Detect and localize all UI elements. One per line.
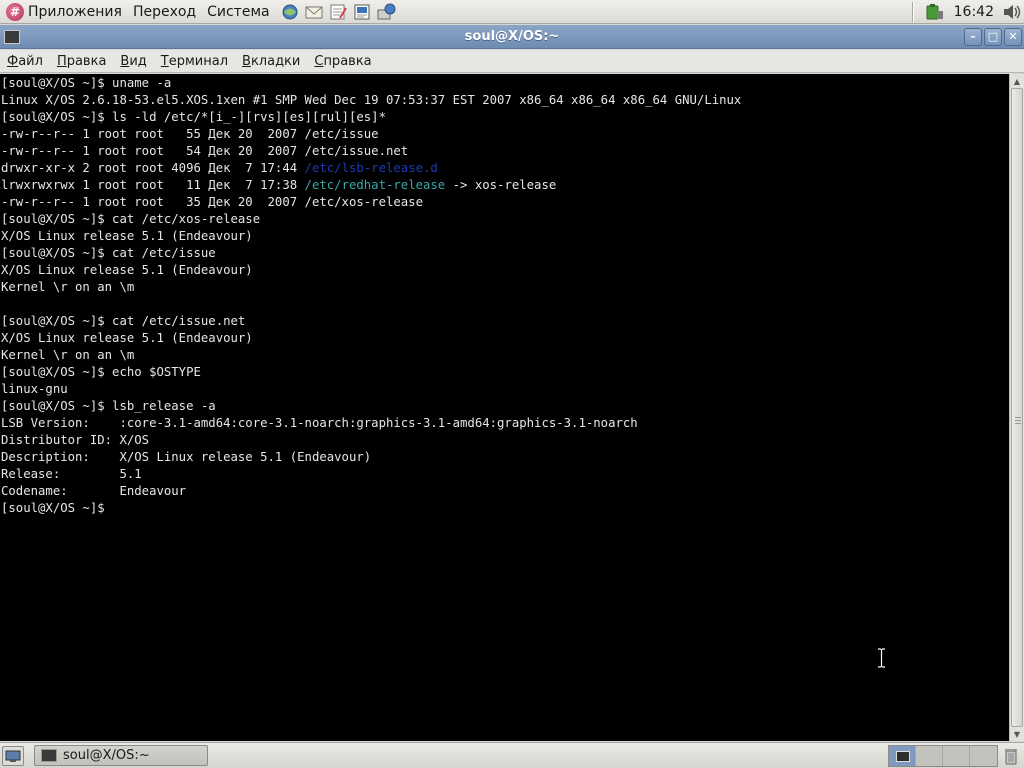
terminal-line: X/OS Linux release 5.1 (Endeavour): [1, 228, 1009, 245]
taskbar-window-label: soul@X/OS:~: [63, 748, 150, 763]
terminal-text: -rw-r--r-- 1 root root 35 Дек 20 2007 /e…: [1, 195, 423, 209]
terminal-line: X/OS Linux release 5.1 (Endeavour): [1, 262, 1009, 279]
terminal-text: Distributor ID: X/OS: [1, 433, 150, 447]
terminal-text: [soul@X/OS ~]$ uname -a: [1, 76, 172, 90]
minimize-button[interactable]: –: [964, 27, 982, 46]
terminal-text: linux-gnu: [1, 382, 68, 396]
clock[interactable]: 16:42: [954, 4, 994, 20]
terminal-text: Linux X/OS 2.6.18-53.el5.XOS.1xen #1 SMP…: [1, 93, 742, 107]
tray-separator: [911, 1, 914, 22]
terminal-line: linux-gnu: [1, 381, 1009, 398]
terminal-line: [soul@X/OS ~]$ echo $OSTYPE: [1, 364, 1009, 381]
terminal-line: Distributor ID: X/OS: [1, 432, 1009, 449]
terminal-line: [soul@X/OS ~]$ lsb_release -a: [1, 398, 1009, 415]
terminal-text: -rw-r--r-- 1 root root 54 Дек 20 2007 /e…: [1, 144, 409, 158]
terminal-text: [soul@X/OS ~]$ lsb_release -a: [1, 399, 216, 413]
terminal-line: -rw-r--r-- 1 root root 35 Дек 20 2007 /e…: [1, 194, 1009, 211]
terminal-text: Release: 5.1: [1, 467, 142, 481]
terminal-text: LSB Version: :core-3.1-amd64:core-3.1-no…: [1, 416, 638, 430]
terminal-text: X/OS Linux release 5.1 (Endeavour): [1, 331, 253, 345]
terminal-line: -rw-r--r-- 1 root root 54 Дек 20 2007 /e…: [1, 143, 1009, 160]
terminal-line: -rw-r--r-- 1 root root 55 Дек 20 2007 /e…: [1, 126, 1009, 143]
terminal-line: [soul@X/OS ~]$: [1, 500, 1009, 517]
menu-terminal[interactable]: Терминал: [154, 54, 235, 69]
terminal-text: drwxr-xr-x 2 root root 4096 Дек 7 17:44: [1, 161, 305, 175]
places-menu[interactable]: Переход: [130, 4, 204, 20]
terminal-line: Release: 5.1: [1, 466, 1009, 483]
battery-monitor-icon[interactable]: [923, 2, 945, 22]
terminal-line: Kernel \r on an \m: [1, 347, 1009, 364]
terminal-text: X/OS Linux release 5.1 (Endeavour): [1, 263, 253, 277]
menu-file[interactable]: Файл: [0, 54, 50, 69]
workspace-switcher: [888, 744, 998, 767]
close-button[interactable]: ✕: [1004, 27, 1022, 46]
terminal-line: Codename: Endeavour: [1, 483, 1009, 500]
show-desktop-icon[interactable]: [2, 745, 24, 766]
scroll-up-arrow-icon[interactable]: ▲: [1010, 74, 1024, 88]
applications-menu[interactable]: Приложения: [28, 4, 130, 20]
menu-view[interactable]: Вид: [113, 54, 153, 69]
terminal-text: Kernel \r on an \m: [1, 348, 135, 362]
scrollbar-thumb[interactable]: [1011, 88, 1023, 727]
terminal-text: [soul@X/OS ~]$ cat /etc/issue.net: [1, 314, 246, 328]
scroll-down-arrow-icon[interactable]: ▼: [1010, 727, 1024, 741]
top-panel: # Приложения Переход Система 16:42: [0, 0, 1024, 24]
window-titlebar[interactable]: soul@X/OS:~ – □ ✕: [0, 25, 1024, 49]
window-title: soul@X/OS:~: [464, 29, 560, 44]
terminal-text: lrwxrwxrwx 1 root root 11 Дек 7 17:38: [1, 178, 305, 192]
terminal-text: Description: X/OS Linux release 5.1 (End…: [1, 450, 372, 464]
terminal-line: [soul@X/OS ~]$ cat /etc/issue: [1, 245, 1009, 262]
menu-tabs[interactable]: Вкладки: [235, 54, 307, 69]
terminal-line: Description: X/OS Linux release 5.1 (End…: [1, 449, 1009, 466]
terminal-line: [soul@X/OS ~]$ ls -ld /etc/*[i_-][rvs][e…: [1, 109, 1009, 126]
workspace-1[interactable]: [889, 745, 916, 766]
terminal-line: [soul@X/OS ~]$ cat /etc/issue.net: [1, 313, 1009, 330]
terminal-text: [soul@X/OS ~]$ cat /etc/xos-release: [1, 212, 261, 226]
system-menu[interactable]: Система: [204, 4, 277, 20]
terminal-text: -rw-r--r-- 1 root root 55 Дек 20 2007 /e…: [1, 127, 379, 141]
menu-help[interactable]: Справка: [307, 54, 378, 69]
terminal-line: [soul@X/OS ~]$ uname -a: [1, 75, 1009, 92]
terminal-line: X/OS Linux release 5.1 (Endeavour): [1, 330, 1009, 347]
mail-client-icon[interactable]: [303, 2, 325, 22]
terminal-path-cyan: /etc/redhat-release: [304, 178, 446, 192]
terminal-line: LSB Version: :core-3.1-amd64:core-3.1-no…: [1, 415, 1009, 432]
terminal-text: [soul@X/OS ~]$ cat /etc/issue: [1, 246, 216, 260]
office-document-icon[interactable]: [351, 2, 373, 22]
terminal-icon: [41, 749, 57, 762]
terminal-line: drwxr-xr-x 2 root root 4096 Дек 7 17:44 …: [1, 160, 1009, 177]
menu-edit[interactable]: Правка: [50, 54, 113, 69]
terminal-text: X/OS Linux release 5.1 (Endeavour): [1, 229, 253, 243]
terminal-line: [soul@X/OS ~]$ cat /etc/xos-release: [1, 211, 1009, 228]
maximize-button[interactable]: □: [984, 27, 1002, 46]
ibeam-cursor-icon: [878, 648, 885, 668]
web-browser-icon[interactable]: [279, 2, 301, 22]
scrollbar-grip: [1015, 417, 1021, 424]
taskbar-window-button[interactable]: soul@X/OS:~: [34, 745, 208, 766]
trash-icon[interactable]: [1002, 746, 1020, 766]
terminal-text: -> xos-release: [445, 178, 557, 192]
window-menu-icon[interactable]: [4, 29, 20, 44]
terminal-line: lrwxrwxrwx 1 root root 11 Дек 7 17:38 /e…: [1, 177, 1009, 194]
network-places-icon[interactable]: [375, 2, 397, 22]
terminal-text: [soul@X/OS ~]$ ls -ld /etc/*[i_-][rvs][e…: [1, 110, 386, 124]
terminal-path-blue: /etc/lsb-release.d: [304, 161, 438, 175]
terminal-text: Kernel \r on an \m: [1, 280, 135, 294]
volume-icon[interactable]: [1001, 2, 1023, 22]
workspace-3[interactable]: [943, 745, 970, 766]
workspace-4[interactable]: [970, 745, 997, 766]
terminal-line: Linux X/OS 2.6.18-53.el5.XOS.1xen #1 SMP…: [1, 92, 1009, 109]
text-editor-icon[interactable]: [327, 2, 349, 22]
workspace-2[interactable]: [916, 745, 943, 766]
terminal-text: [soul@X/OS ~]$ echo $OSTYPE: [1, 365, 201, 379]
terminal-scrollbar[interactable]: ▲ ▼: [1009, 74, 1024, 741]
terminal-menubar: Файл Правка Вид Терминал Вкладки Справка: [0, 50, 1024, 73]
bottom-panel: soul@X/OS:~: [0, 742, 1024, 768]
terminal-output[interactable]: [soul@X/OS ~]$ uname -a Linux X/OS 2.6.18…: [0, 74, 1009, 741]
terminal-text: [soul@X/OS ~]$: [1, 501, 113, 515]
gnome-foot-icon[interactable]: #: [6, 2, 24, 21]
terminal-text: Codename: Endeavour: [1, 484, 187, 498]
terminal-line: Kernel \r on an \m: [1, 279, 1009, 296]
